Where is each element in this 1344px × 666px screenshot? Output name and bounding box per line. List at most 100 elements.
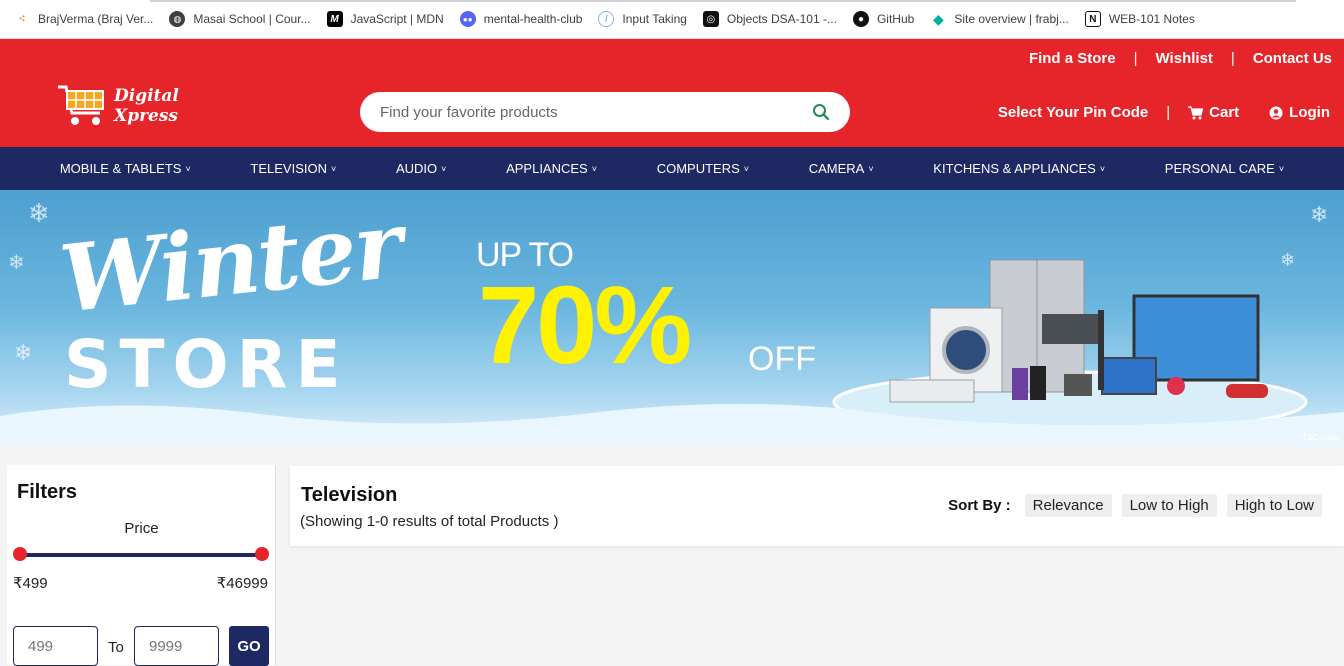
cart-icon [1188,105,1204,119]
logo-text: Digital Xpress [114,86,179,126]
bookmark-label: Site overview | frabj... [954,12,1069,26]
chevron-down-icon: ˅ [331,163,337,174]
bookmark-label: mental-health-club [483,12,583,26]
nav-label: COMPUTERS [656,161,740,176]
site-logo[interactable]: Digital Xpress [56,79,179,133]
nav-label: AUDIO [395,161,438,176]
nav-item-camera[interactable]: CAMERA ˅ [809,161,874,176]
promo-banner[interactable]: ❄ ❄ ❄ ❄ ❄ Winter STORE UP TO 70% OFF *T&… [0,190,1344,446]
circle-icon: / [598,11,615,27]
bookmark-item[interactable]: ● GitHub [852,11,915,27]
bookmark-item[interactable]: M JavaScript | MDN [326,11,444,27]
tab-strip-edge [150,0,1296,2]
bookmark-item[interactable]: / Input Taking [598,11,687,27]
banner-title-winter: Winter [55,190,406,334]
bookmark-label: Input Taking [622,12,687,26]
chevron-down-icon: ˅ [1278,163,1285,174]
price-max-label: ₹46999 [216,575,268,592]
nav-label: TELEVISION [250,161,327,176]
chevron-down-icon: ˅ [1099,163,1106,174]
logo-line1: Digital [114,86,179,106]
nav-label: PERSONAL CARE [1164,161,1275,176]
nav-item-mobile-tablets[interactable]: MOBILE & TABLETS ˅ [60,161,191,176]
contact-us-link[interactable]: Contact Us [1253,50,1332,67]
banner-off: OFF [748,340,816,378]
separator: | [1230,50,1235,67]
min-price-input[interactable] [13,626,98,666]
pin-code-link[interactable]: Select Your Pin Code [998,104,1148,121]
sort-high-to-low-button[interactable]: High to Low [1226,494,1322,517]
snowflake-icon: ❄ [14,340,33,365]
chevron-down-icon: ˅ [441,163,447,174]
separator: | [1133,50,1138,67]
nav-label: APPLIANCES [506,161,588,176]
bookmark-label: Objects DSA-101 -... [726,12,837,26]
category-title: Television [301,484,398,506]
chevron-down-icon: ˅ [591,163,597,174]
bookmark-item[interactable]: ●● mental-health-club [459,11,583,27]
github-icon: ● [852,11,869,27]
go-button[interactable]: GO [229,626,269,666]
snowflake-icon: ❄ [28,198,50,228]
site-header: Find a Store | Wishlist | Contact Us Dig… [0,39,1344,147]
separator: | [1166,104,1171,121]
snowflake-icon: ❄ [8,252,25,274]
nav-label: MOBILE & TABLETS [59,161,182,176]
category-nav: MOBILE & TABLETS ˅ TELEVISION ˅ AUDIO ˅ APP… [0,147,1344,190]
cart-label: Cart [1209,104,1240,121]
sort-label: Sort By : [948,497,1011,514]
nav-item-appliances[interactable]: APPLIANCES ˅ [506,161,597,176]
snow-ground [0,403,1344,446]
bookmark-label: GitHub [876,12,915,26]
bookmark-item[interactable]: ◆ Site overview | frabj... [930,11,1069,27]
search-icon[interactable] [812,103,830,121]
bookmark-item[interactable]: ⁖ BrajVerma (Braj Ver... [14,11,154,27]
bookmarks-bar: ⁖ BrajVerma (Braj Ver... ◍ Masai School … [0,0,1344,39]
nav-item-personal-care[interactable]: PERSONAL CARE ˅ [1165,161,1284,176]
nav-item-audio[interactable]: AUDIO ˅ [396,161,446,176]
find-store-link[interactable]: Find a Store [1029,50,1116,67]
bookmark-item[interactable]: ◍ Masai School | Cour... [169,11,311,27]
notion-icon: N [1084,11,1101,27]
logo-line2: Xpress [114,106,178,126]
globe-icon: ◍ [169,11,186,27]
max-price-input[interactable] [134,626,219,666]
to-label: To [108,639,124,656]
nav-item-television[interactable]: TELEVISION ˅ [250,161,336,176]
nav-item-computers[interactable]: COMPUTERS ˅ [657,161,749,176]
nav-label: CAMERA [808,161,865,176]
header-actions: Select Your Pin Code | Cart Login [998,104,1330,121]
terms-note: *T&C Apply [1299,433,1340,442]
discord-icon: ●● [459,11,476,27]
shopping-cart-logo-icon [58,85,104,125]
price-range-slider[interactable] [13,547,269,561]
search-bar [360,92,850,132]
cart-link[interactable]: Cart [1188,104,1239,121]
orange-dots-icon: ⁖ [18,13,26,25]
banner-discount: 70% [478,264,692,387]
results-header: Television (Showing 1-0 results of total… [290,466,1344,546]
sort-low-to-high-button[interactable]: Low to High [1121,494,1217,517]
bookmark-label: JavaScript | MDN [350,12,444,26]
price-min-label: ₹499 [13,575,48,592]
mdn-icon: M [326,11,343,27]
snowflake-icon: ❄ [1310,202,1329,227]
top-links: Find a Store | Wishlist | Contact Us [1029,50,1332,67]
user-icon [1269,106,1283,119]
bookmark-item[interactable]: ◎ Objects DSA-101 -... [702,11,837,27]
diamond-icon: ◆ [932,10,944,27]
wishlist-link[interactable]: Wishlist [1156,50,1213,67]
slider-min-handle[interactable] [13,547,27,561]
sort-relevance-button[interactable]: Relevance [1024,494,1112,517]
slider-max-handle[interactable] [255,547,269,561]
cp-icon: ◎ [702,11,719,27]
nav-item-kitchens-appliances[interactable]: KITCHENS & APPLIANCES ˅ [933,161,1105,176]
bookmark-label: BrajVerma (Braj Ver... [38,12,154,26]
login-label: Login [1289,104,1330,121]
search-input[interactable] [380,103,812,121]
filters-panel: Filters Price ₹499 ₹46999 To GO [7,465,276,666]
login-link[interactable]: Login [1269,104,1330,121]
chevron-down-icon: ˅ [868,163,874,174]
bookmark-item[interactable]: N WEB-101 Notes [1084,11,1195,27]
price-label: Price [124,520,159,537]
